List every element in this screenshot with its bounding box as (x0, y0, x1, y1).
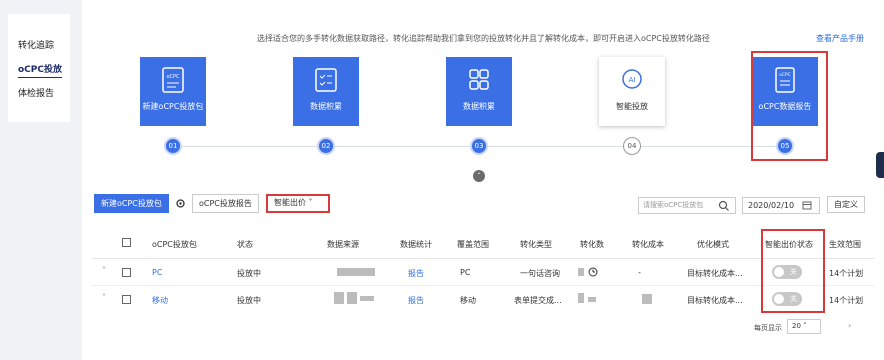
step-label: 新建oCPC投放包 (142, 102, 204, 111)
expand-row-icon[interactable]: ˅ (102, 266, 106, 275)
sidebar: 转化追踪 oCPC投放 体检报告 (8, 14, 70, 122)
product-manual-link[interactable]: 查看产品手册 (816, 33, 864, 44)
blurred-conv-count (578, 268, 584, 276)
collapse-button[interactable]: ⌃ (473, 170, 485, 182)
col-header: 优化模式 (697, 240, 729, 249)
blurred-conv-count (588, 297, 596, 302)
filter-highlight (266, 194, 330, 213)
blurred-data-source (334, 292, 344, 304)
side-drawer-tab[interactable] (876, 152, 884, 178)
page-size-value: 20 (792, 322, 801, 330)
settings-icon[interactable] (175, 198, 186, 209)
calendar-icon[interactable] (802, 200, 812, 210)
blurred-conv-cost (642, 294, 652, 304)
new-ocpc-button[interactable]: 新建oCPC投放包 (94, 194, 169, 213)
custom-button[interactable]: 自定义 (827, 196, 865, 213)
step-number-3: 03 (470, 137, 488, 155)
search-icon[interactable] (718, 200, 730, 212)
ocpc-report-button[interactable]: oCPC投放报告 (192, 194, 259, 213)
step-number-4: 04 (623, 137, 641, 155)
table-cell-stats[interactable]: 报告 (408, 268, 424, 279)
col-header: 转化成本 (632, 240, 664, 249)
table-cell-name[interactable]: PC (152, 268, 162, 277)
smart-bid-column-highlight (761, 229, 825, 313)
step-new-ocpc[interactable]: oCPC 新建oCPC投放包 (140, 57, 206, 126)
table-cell-scope: PC (460, 268, 471, 277)
col-header: 覆盖范围 (457, 240, 489, 249)
next-page-button[interactable]: › (848, 321, 851, 330)
blurred-data-source (360, 296, 374, 301)
table-cell-scope: 移动 (460, 296, 476, 305)
col-header: 状态 (237, 240, 253, 249)
table-cell-name[interactable]: 移动 (152, 295, 168, 306)
row-checkbox[interactable] (122, 268, 131, 277)
table-cell-mode: 目标转化成本... (687, 296, 743, 305)
col-header: 数据统计 (400, 240, 432, 249)
step-data-accumulation[interactable]: 数据积累 (293, 57, 359, 126)
table-cell-status: 投放中 (237, 269, 261, 278)
table-cell-conv-type: 一句话咨询 (520, 269, 560, 278)
sidebar-item-conversion-tracking[interactable]: 转化追踪 (18, 38, 54, 51)
intro-text: 选择适合您的多手转化数据获取路径，转化追踪帮助我们拿到您的投放转化并且了解转化成… (257, 34, 710, 43)
blurred-conv-count (578, 293, 584, 303)
select-all-checkbox[interactable] (122, 238, 131, 247)
page-size-label: 每页显示 (754, 324, 782, 332)
col-header: 转化数 (580, 240, 604, 249)
ocpc-doc-icon: oCPC (162, 67, 184, 93)
step-label: 智能投放 (616, 102, 648, 111)
svg-text:oCPC: oCPC (166, 74, 180, 80)
col-header: 数据来源 (327, 240, 359, 249)
step-5-highlight (751, 51, 828, 161)
step-number-2: 02 (317, 137, 335, 155)
table-cell-stats[interactable]: 报告 (408, 295, 424, 306)
svg-text:AI: AI (629, 76, 636, 84)
step-label: 数据积累 (310, 102, 342, 111)
table-cell-effect: 14个计划 (829, 296, 864, 305)
sidebar-item-ocpc[interactable]: oCPC投放 (18, 62, 62, 78)
col-header: oCPC投放包 (152, 240, 197, 249)
page-size-select[interactable]: 20 ˅ (787, 319, 821, 334)
col-header: 生效范围 (829, 240, 861, 249)
row-divider (92, 285, 874, 286)
checklist-icon (315, 68, 337, 92)
sidebar-item-health-report[interactable]: 体检报告 (18, 86, 54, 99)
row-checkbox[interactable] (122, 295, 131, 304)
ai-icon: AI (622, 69, 642, 89)
main-panel: 选择适合您的多手转化数据获取路径，转化追踪帮助我们拿到您的投放转化并且了解转化成… (82, 0, 884, 360)
header-divider (92, 258, 874, 259)
table-cell-conv-type: 表单提交成... (514, 296, 562, 305)
col-header: 转化类型 (520, 240, 552, 249)
clock-icon (588, 267, 598, 277)
table-cell-conv-cost: - (638, 268, 641, 277)
blurred-data-source (347, 292, 357, 304)
step-data-accumulation-2[interactable]: 数据积累 (446, 57, 512, 126)
expand-row-icon[interactable]: ˅ (102, 293, 106, 302)
blurred-data-source (337, 268, 375, 276)
table-cell-status: 投放中 (237, 296, 261, 305)
grid-icon (469, 69, 489, 90)
step-smart-bidding[interactable]: AI 智能投放 (599, 57, 665, 126)
table-cell-mode: 目标转化成本... (687, 269, 743, 278)
step-label: 数据积累 (463, 102, 495, 111)
step-number-1: 01 (164, 137, 182, 155)
table-cell-effect: 14个计划 (829, 269, 864, 278)
chevron-down-icon: ˅ (803, 322, 807, 330)
